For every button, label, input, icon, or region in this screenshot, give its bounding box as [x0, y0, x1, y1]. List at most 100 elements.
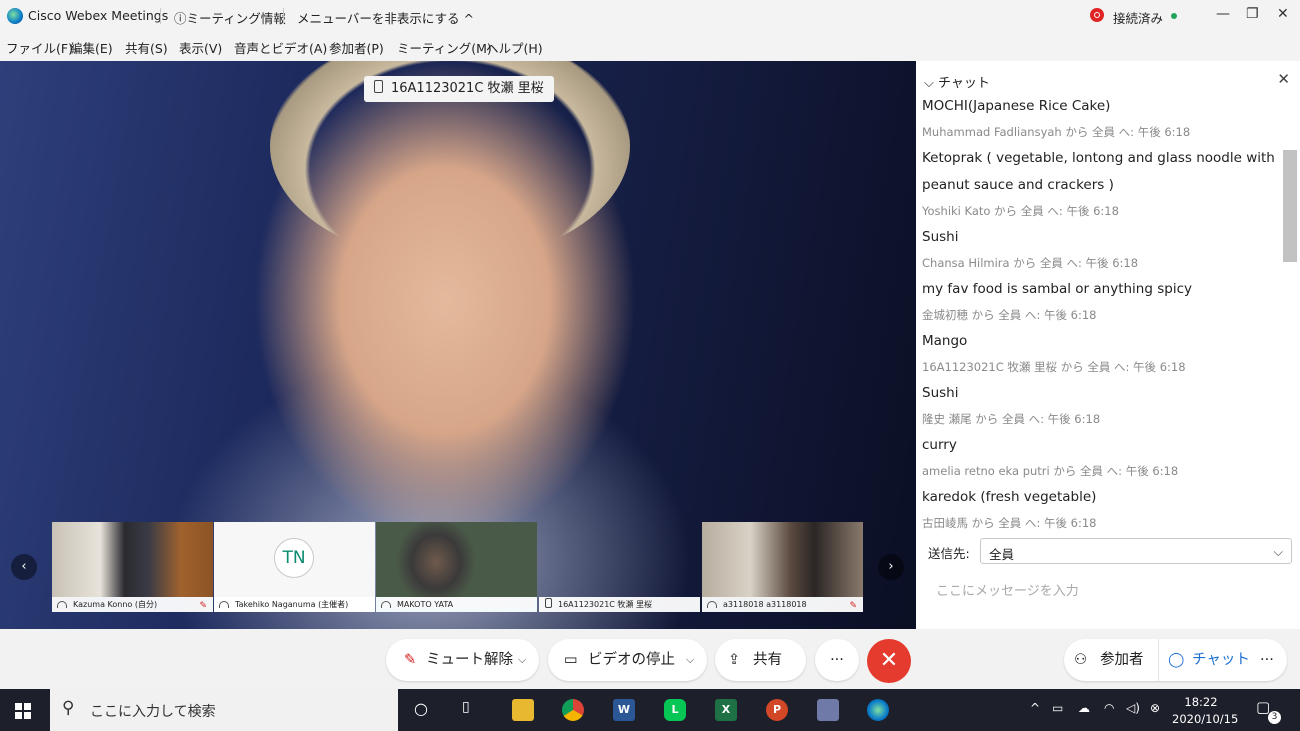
phone-icon	[545, 598, 552, 608]
task-view-icon[interactable]: ▯	[462, 699, 470, 715]
send-to-select[interactable]: 全員 ⌵	[980, 538, 1292, 564]
restore-button[interactable]: ❐	[1246, 6, 1259, 22]
thumbnail-16a1123021c[interactable]: 16A1123021C 牧瀬 里桜	[539, 522, 700, 612]
speaker-name: 16A1123021C 牧瀬 里桜	[391, 81, 544, 96]
end-call-button[interactable]: ✕	[867, 639, 911, 683]
onedrive-icon[interactable]: ☁	[1078, 701, 1090, 715]
chat-title: チャット	[938, 76, 990, 91]
wifi-icon[interactable]: ◠	[1104, 701, 1114, 715]
video-feed	[376, 522, 537, 597]
send-to-value: 全員	[989, 547, 1015, 562]
muted-mic-icon: ✎	[404, 652, 417, 668]
chat-header[interactable]: ⌵ チャット	[924, 72, 990, 91]
close-chat-button[interactable]: ✕	[1277, 70, 1290, 88]
meeting-info-button[interactable]: ⓘミーティング情報	[174, 8, 286, 27]
taskbar-clock[interactable]: 18:22 2020/10/15	[1172, 694, 1238, 728]
battery-icon[interactable]: ▭	[1052, 701, 1063, 715]
share-button[interactable]: ⇪ 共有	[715, 639, 806, 681]
taskbar-search[interactable]: ⚲ ここに入力して検索	[50, 689, 398, 731]
chrome-icon[interactable]	[562, 699, 584, 721]
chat-message-text: my fav food is sambal or anything spicy	[922, 281, 1192, 297]
menu-help[interactable]: ヘルプ(H)	[486, 38, 543, 57]
connected-dot-icon	[1171, 13, 1177, 19]
participants-button[interactable]: 参加者	[1100, 639, 1144, 681]
clock-time: 18:22	[1184, 695, 1218, 709]
thumbnails-prev-button[interactable]: ‹	[11, 554, 37, 580]
participant-name: 16A1123021C 牧瀬 里桜	[558, 600, 652, 609]
thumbnails-next-button[interactable]: ›	[878, 554, 904, 580]
menu-edit[interactable]: 編集(E)	[70, 38, 113, 57]
video-feed	[539, 522, 700, 597]
search-placeholder: ここに入力して検索	[90, 704, 216, 720]
phone-icon	[374, 80, 383, 93]
minimize-button[interactable]: —	[1216, 6, 1230, 22]
close-window-button[interactable]: ✕	[1277, 6, 1289, 22]
thumbnail-label: MAKOTO YATA	[376, 597, 537, 612]
windows-logo-icon	[15, 703, 22, 710]
file-explorer-icon[interactable]	[512, 699, 534, 721]
more-options-icon[interactable]: ···	[1260, 639, 1274, 681]
volume-icon[interactable]: ◁)	[1126, 701, 1140, 715]
show-hidden-icons-icon[interactable]: ^	[1030, 701, 1040, 715]
chevron-down-icon: ⌵	[518, 653, 527, 666]
chat-message-input[interactable]: ここにメッセージを入力	[936, 580, 1079, 599]
unmute-label: ミュート解除	[426, 652, 513, 668]
unmute-button[interactable]: ✎ ミュート解除 ⌵	[386, 639, 539, 681]
headset-icon	[707, 601, 717, 608]
chat-message-meta: Chansa Hilmira から 全員 へ: 午後 6:18	[922, 256, 1139, 270]
divider	[283, 8, 284, 24]
menu-participants[interactable]: 参加者(P)	[329, 38, 384, 57]
share-icon: ⇪	[728, 652, 741, 668]
powerpoint-icon[interactable]: P	[766, 699, 788, 721]
thumbnail-takehiko-naganuma[interactable]: TN Takehiko Naganuma (主催者)	[214, 522, 375, 612]
excel-icon[interactable]: X	[715, 699, 737, 721]
search-icon: ⚲	[62, 698, 75, 718]
thumbnail-label: 16A1123021C 牧瀬 里桜	[539, 597, 700, 612]
headset-icon	[57, 601, 67, 608]
thumbnail-label: Kazuma Konno (自分) ✎	[52, 597, 213, 612]
snipping-tool-icon[interactable]	[817, 699, 839, 721]
chat-message-meta: 隆史 瀬尾 から 全員 へ: 午後 6:18	[922, 412, 1101, 426]
webex-taskbar-icon[interactable]	[867, 699, 889, 721]
chat-message-text: Sushi	[922, 385, 959, 401]
info-icon: ⓘ	[174, 11, 187, 26]
chat-button[interactable]: チャット	[1192, 639, 1250, 681]
muted-mic-icon: ✎	[849, 601, 857, 611]
app-title: Cisco Webex Meetings	[28, 8, 169, 23]
notification-count-badge: 3	[1268, 711, 1281, 724]
status-tray-icon[interactable]: ⊗	[1150, 701, 1160, 715]
divider	[1158, 639, 1159, 681]
chat-message-meta: Muhammad Fadliansyah から 全員 へ: 午後 6:18	[922, 125, 1191, 139]
menu-audio-video[interactable]: 音声とビデオ(A)	[234, 38, 327, 57]
thumbnail-makoto-yata[interactable]: MAKOTO YATA	[376, 522, 537, 612]
thumbnail-label: Takehiko Naganuma (主催者)	[214, 597, 375, 612]
chat-message-meta: 古田崚馬 から 全員 へ: 午後 6:18	[922, 516, 1097, 530]
menu-file[interactable]: ファイル(F)	[6, 38, 73, 57]
chat-message-meta: amelia retno eka putri から 全員 へ: 午後 6:18	[922, 464, 1179, 478]
menu-share[interactable]: 共有(S)	[125, 38, 168, 57]
thumbnail-kazuma-konno[interactable]: Kazuma Konno (自分) ✎	[52, 522, 213, 612]
hide-menubar-button[interactable]: メニューバーを非表示にする ^	[297, 8, 474, 27]
participant-name: a3118018 a3118018	[723, 600, 807, 609]
chevron-down-icon: ⌵	[924, 76, 938, 91]
menu-meeting[interactable]: ミーティング(M)	[397, 38, 492, 57]
speaker-name-tag: 16A1123021C 牧瀬 里桜	[364, 76, 554, 102]
camera-icon: ▭	[564, 652, 578, 668]
thumbnail-a3118018[interactable]: a3118018 a3118018 ✎	[702, 522, 863, 612]
more-options-button[interactable]: ···	[815, 639, 859, 681]
share-label: 共有	[753, 652, 782, 668]
participants-icon: ⚇	[1074, 652, 1087, 668]
windows-taskbar: ⚲ ここに入力して検索 ○ ▯ W L X P ^ ▭ ☁ ◠ ◁) ⊗ 18:…	[0, 689, 1300, 731]
chat-scrollbar-thumb[interactable]	[1283, 150, 1297, 262]
word-icon[interactable]: W	[613, 699, 635, 721]
chat-message-meta: Yoshiki Kato から 全員 へ: 午後 6:18	[922, 204, 1119, 218]
cortana-icon[interactable]: ○	[414, 699, 428, 718]
participant-role: (主催者)	[318, 600, 349, 609]
headset-icon	[219, 601, 229, 608]
stop-video-button[interactable]: ▭ ビデオの停止 ⌵	[548, 639, 707, 681]
chat-message-text: Ketoprak ( vegetable, lontong and glass …	[922, 150, 1275, 193]
webex-logo-icon	[7, 8, 23, 24]
menu-view[interactable]: 表示(V)	[179, 38, 222, 57]
chat-message-text: karedok (fresh vegetable)	[922, 489, 1097, 505]
line-icon[interactable]: L	[664, 699, 686, 721]
